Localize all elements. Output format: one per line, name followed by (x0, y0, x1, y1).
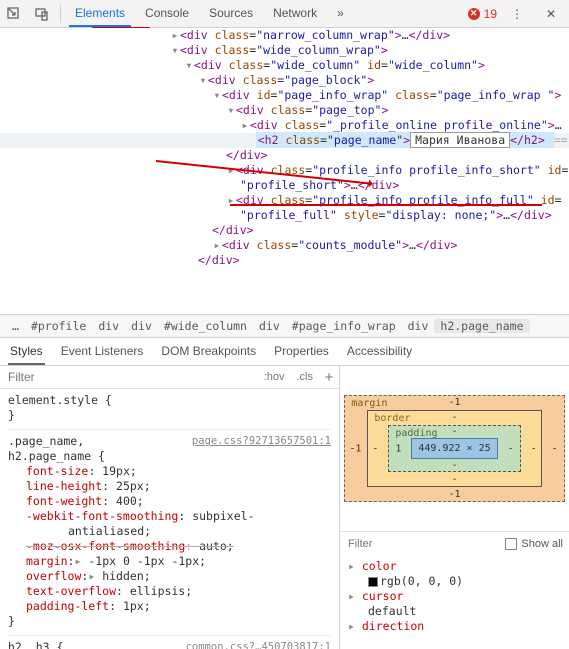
rule-source-link[interactable]: common.css?…450703817:1 (186, 640, 331, 649)
subtab-accessibility[interactable]: Accessibility (345, 338, 414, 365)
hov-toggle[interactable]: :hov (258, 371, 291, 383)
eq-dollar-hint: == $0 (554, 133, 569, 147)
margin-label: margin (351, 398, 387, 409)
bc-item[interactable]: div (253, 319, 286, 333)
bc-item[interactable]: #wide_column (158, 319, 253, 333)
box-content: 449.922 × 25 (411, 438, 497, 459)
bc-overflow[interactable]: … (6, 319, 25, 333)
kebab-menu-icon[interactable]: ⋮ (503, 0, 531, 28)
editable-text-node[interactable]: Мария Иванова (410, 132, 510, 148)
border-label: border (374, 413, 410, 424)
main-tabs: Elements Console Sources Network » (65, 0, 354, 28)
tab-overflow-icon[interactable]: » (327, 0, 354, 27)
device-toggle-icon[interactable] (28, 0, 56, 28)
rule-selector[interactable]: .page_name,h2.page_name { (8, 434, 105, 463)
bc-item[interactable]: div (92, 319, 125, 333)
subtab-properties[interactable]: Properties (272, 338, 331, 365)
bc-item[interactable]: #page_info_wrap (286, 319, 402, 333)
styles-filter-input[interactable] (0, 370, 258, 384)
bc-item[interactable]: #profile (25, 319, 92, 333)
tab-console[interactable]: Console (135, 0, 199, 27)
color-swatch[interactable] (368, 577, 378, 587)
computed-pane: margin -1 -1 -1 - border - - - - padding… (340, 366, 569, 649)
error-icon: ✕ (468, 8, 480, 20)
bc-current[interactable]: h2.page_name (434, 319, 529, 333)
error-count[interactable]: ✕ 19 (468, 7, 497, 21)
computed-filter-input[interactable] (346, 537, 505, 551)
dom-tree[interactable]: ▸<div class="narrow_column_wrap">…</div>… (0, 28, 569, 314)
rule-selector[interactable]: element.style { (8, 393, 112, 407)
cls-toggle[interactable]: .cls (291, 371, 320, 383)
box-model[interactable]: margin -1 -1 -1 - border - - - - padding… (344, 395, 564, 502)
style-rules[interactable]: element.style { } page.css?92713657501:1… (0, 389, 339, 649)
close-devtools-icon[interactable]: ✕ (537, 0, 565, 28)
subtab-event-listeners[interactable]: Event Listeners (59, 338, 146, 365)
tab-network[interactable]: Network (263, 0, 327, 27)
devtools-toolbar: Elements Console Sources Network » ✕ 19 … (0, 0, 569, 28)
styles-pane: :hov .cls + element.style { } page.css?9… (0, 366, 340, 649)
show-all-checkbox[interactable] (505, 538, 517, 550)
breadcrumb: … #profile div div #wide_column div #pag… (0, 314, 569, 338)
rule-selector[interactable]: h2, h3 { (8, 640, 63, 649)
padding-label: padding (395, 428, 437, 439)
subtab-dom-breakpoints[interactable]: DOM Breakpoints (159, 338, 258, 365)
show-all-label: Show all (521, 538, 563, 550)
sidebar-tabs: Styles Event Listeners DOM Breakpoints P… (0, 338, 569, 366)
styles-filter-bar: :hov .cls + (0, 366, 339, 389)
bc-item[interactable]: div (125, 319, 158, 333)
tab-sources[interactable]: Sources (199, 0, 263, 27)
subtab-styles[interactable]: Styles (8, 338, 45, 365)
inspect-icon[interactable] (0, 0, 28, 28)
error-count-value: 19 (484, 7, 497, 21)
rule-source-link[interactable]: page.css?92713657501:1 (192, 434, 331, 449)
bc-item[interactable]: div (402, 319, 435, 333)
new-rule-icon[interactable]: + (319, 369, 339, 386)
